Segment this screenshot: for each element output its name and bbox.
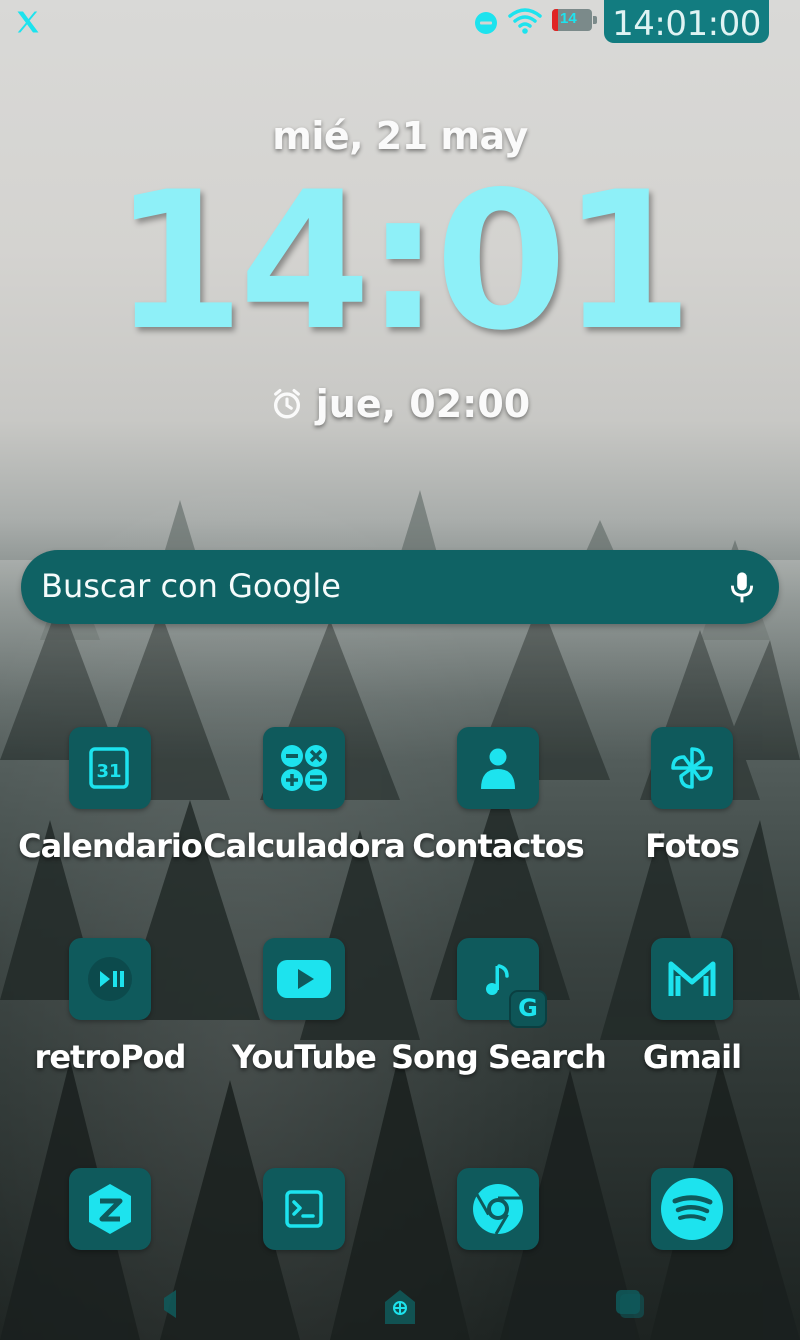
x-logo-icon[interactable] (14, 8, 42, 36)
app-tile (263, 727, 345, 809)
badge-letter: G (518, 994, 538, 1022)
battery-icon: 14 (552, 9, 598, 33)
dock-terminal[interactable] (207, 1168, 401, 1318)
app-label: Fotos (645, 827, 740, 865)
terminal-icon (285, 1190, 323, 1228)
app-tile (69, 1168, 151, 1250)
app-gmail[interactable]: Gmail (595, 938, 789, 1088)
status-bar: 14 14:01:00 (0, 0, 800, 44)
status-clock-pill: 14:01:00 (604, 0, 769, 44)
youtube-icon (277, 960, 331, 998)
widget-clock[interactable]: 14:01 (0, 167, 800, 357)
app-tile: G (457, 938, 547, 1028)
app-label: YouTube (232, 1038, 377, 1076)
wifi-icon (508, 8, 542, 34)
home-icon[interactable] (383, 1284, 417, 1324)
app-fotos[interactable]: Fotos (595, 727, 789, 877)
gmail-icon (668, 961, 716, 996)
app-tile (651, 1168, 733, 1250)
microphone-icon[interactable] (727, 570, 757, 606)
app-tile: 31 (69, 727, 151, 809)
app-tile (263, 938, 345, 1020)
back-icon[interactable] (154, 1284, 188, 1324)
next-alarm[interactable]: jue, 02:00 (0, 382, 800, 430)
app-tile (457, 1168, 539, 1250)
recents-icon[interactable] (612, 1284, 646, 1324)
app-tile (651, 938, 733, 1020)
dock-chrome[interactable] (401, 1168, 595, 1318)
alarm-clock-icon (273, 388, 300, 419)
app-tile (457, 727, 539, 809)
photos-pinwheel-icon (671, 747, 713, 789)
app-label: Contactos (412, 827, 584, 865)
search-placeholder: Buscar con Google (41, 567, 341, 605)
calculator-icon (281, 745, 327, 791)
app-song-search[interactable]: G Song Search (391, 938, 607, 1088)
app-tile (69, 938, 151, 1020)
next-alarm-text: jue, 02:00 (315, 382, 531, 426)
do-not-disturb-icon (475, 12, 497, 34)
google-search-bar[interactable]: Buscar con Google (21, 550, 779, 624)
app-label: Gmail (642, 1038, 742, 1076)
zarchiver-icon (89, 1184, 131, 1234)
app-calculadora[interactable]: Calculadora (203, 727, 406, 877)
spotify-icon (661, 1178, 723, 1240)
app-contactos[interactable]: Contactos (401, 727, 595, 877)
battery-level: 14 (560, 10, 577, 27)
svg-text:31: 31 (96, 761, 121, 782)
calendar-icon: 31 (89, 747, 129, 789)
google-badge: G (509, 990, 547, 1028)
app-youtube[interactable]: YouTube (207, 938, 401, 1088)
app-label: retroPod (34, 1038, 187, 1076)
app-tile (263, 1168, 345, 1250)
app-label: Song Search (391, 1038, 607, 1076)
status-clock: 14:01:00 (612, 4, 761, 44)
app-label: Calendario (18, 827, 203, 865)
app-retropod[interactable]: retroPod (13, 938, 207, 1088)
app-calendario[interactable]: 31 Calendario (13, 727, 207, 877)
app-tile (651, 727, 733, 809)
chrome-icon (473, 1184, 523, 1235)
contacts-icon (481, 748, 515, 789)
app-label: Calculadora (203, 827, 406, 865)
play-pause-icon (88, 957, 132, 1001)
